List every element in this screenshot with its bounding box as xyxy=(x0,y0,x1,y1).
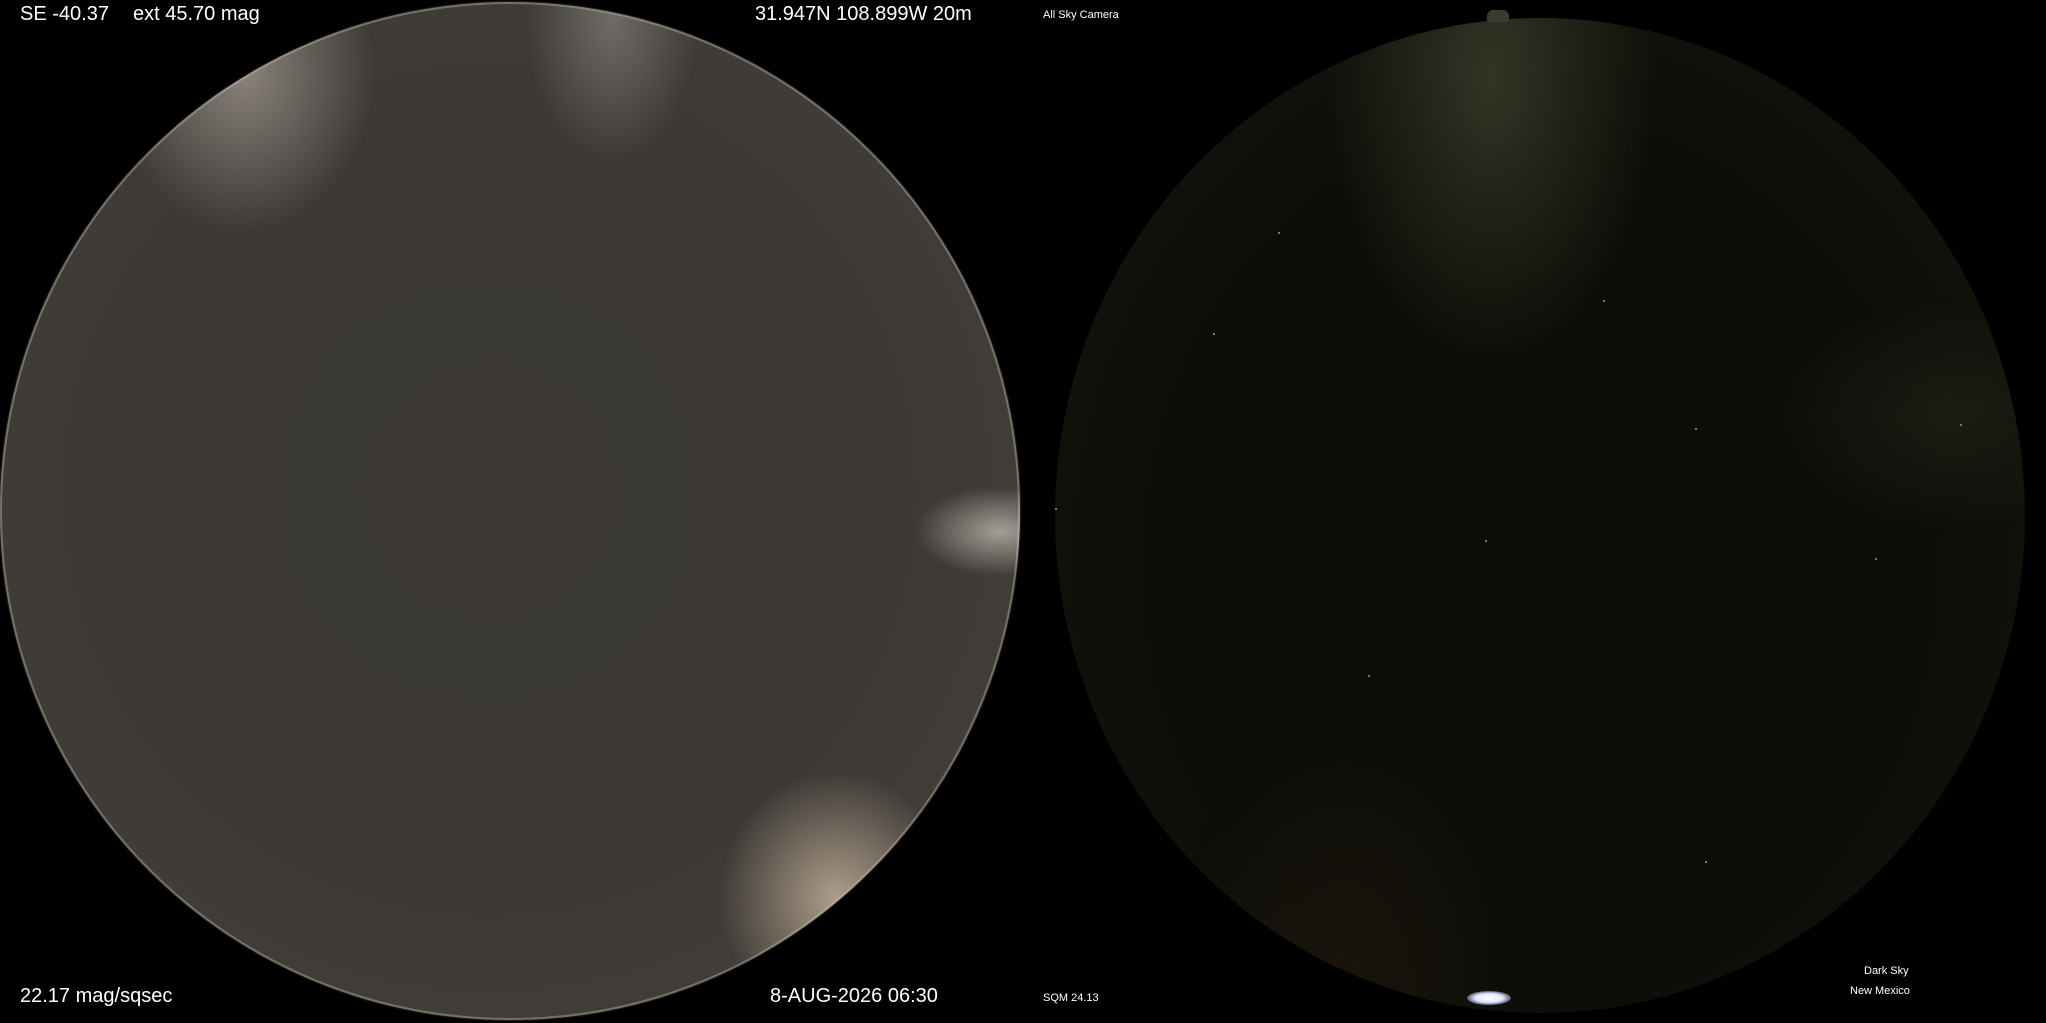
sqm-reading: SQM 24.13 xyxy=(1043,992,1099,1004)
star xyxy=(1368,675,1370,677)
coordinates-label: 31.947N 108.899W 20m xyxy=(755,3,972,25)
star xyxy=(1603,300,1605,302)
right-sky-panel: All Sky Camera SQM 24.13 Dark Sky New Me… xyxy=(1023,0,2046,1023)
left-sky-panel: SE -40.37 ext 45.70 mag 31.947N 108.899W… xyxy=(0,0,1023,1023)
star xyxy=(1213,333,1215,335)
datetime-label: 8-AUG-2026 06:30 xyxy=(770,985,938,1007)
star xyxy=(1055,508,1057,510)
camera-mast-silhouette xyxy=(1487,10,1509,22)
star xyxy=(1705,861,1707,863)
location-line1: Dark Sky xyxy=(1864,965,1909,977)
sky-brightness-label: 22.17 mag/sqsec xyxy=(20,985,173,1007)
right-all-sky-image xyxy=(1055,18,2025,1013)
left-all-sky-image xyxy=(0,2,1020,1020)
location-line2: New Mexico xyxy=(1850,985,1910,997)
star xyxy=(1875,558,1877,560)
extinction-label: ext 45.70 mag xyxy=(133,3,260,25)
camera-title: All Sky Camera xyxy=(1043,9,1119,21)
star xyxy=(1695,428,1697,430)
star xyxy=(1960,424,1962,426)
sun-elevation-label: SE -40.37 xyxy=(20,3,109,25)
star xyxy=(1278,232,1280,234)
horizon-light-source xyxy=(1467,991,1511,1005)
star xyxy=(1485,540,1487,542)
